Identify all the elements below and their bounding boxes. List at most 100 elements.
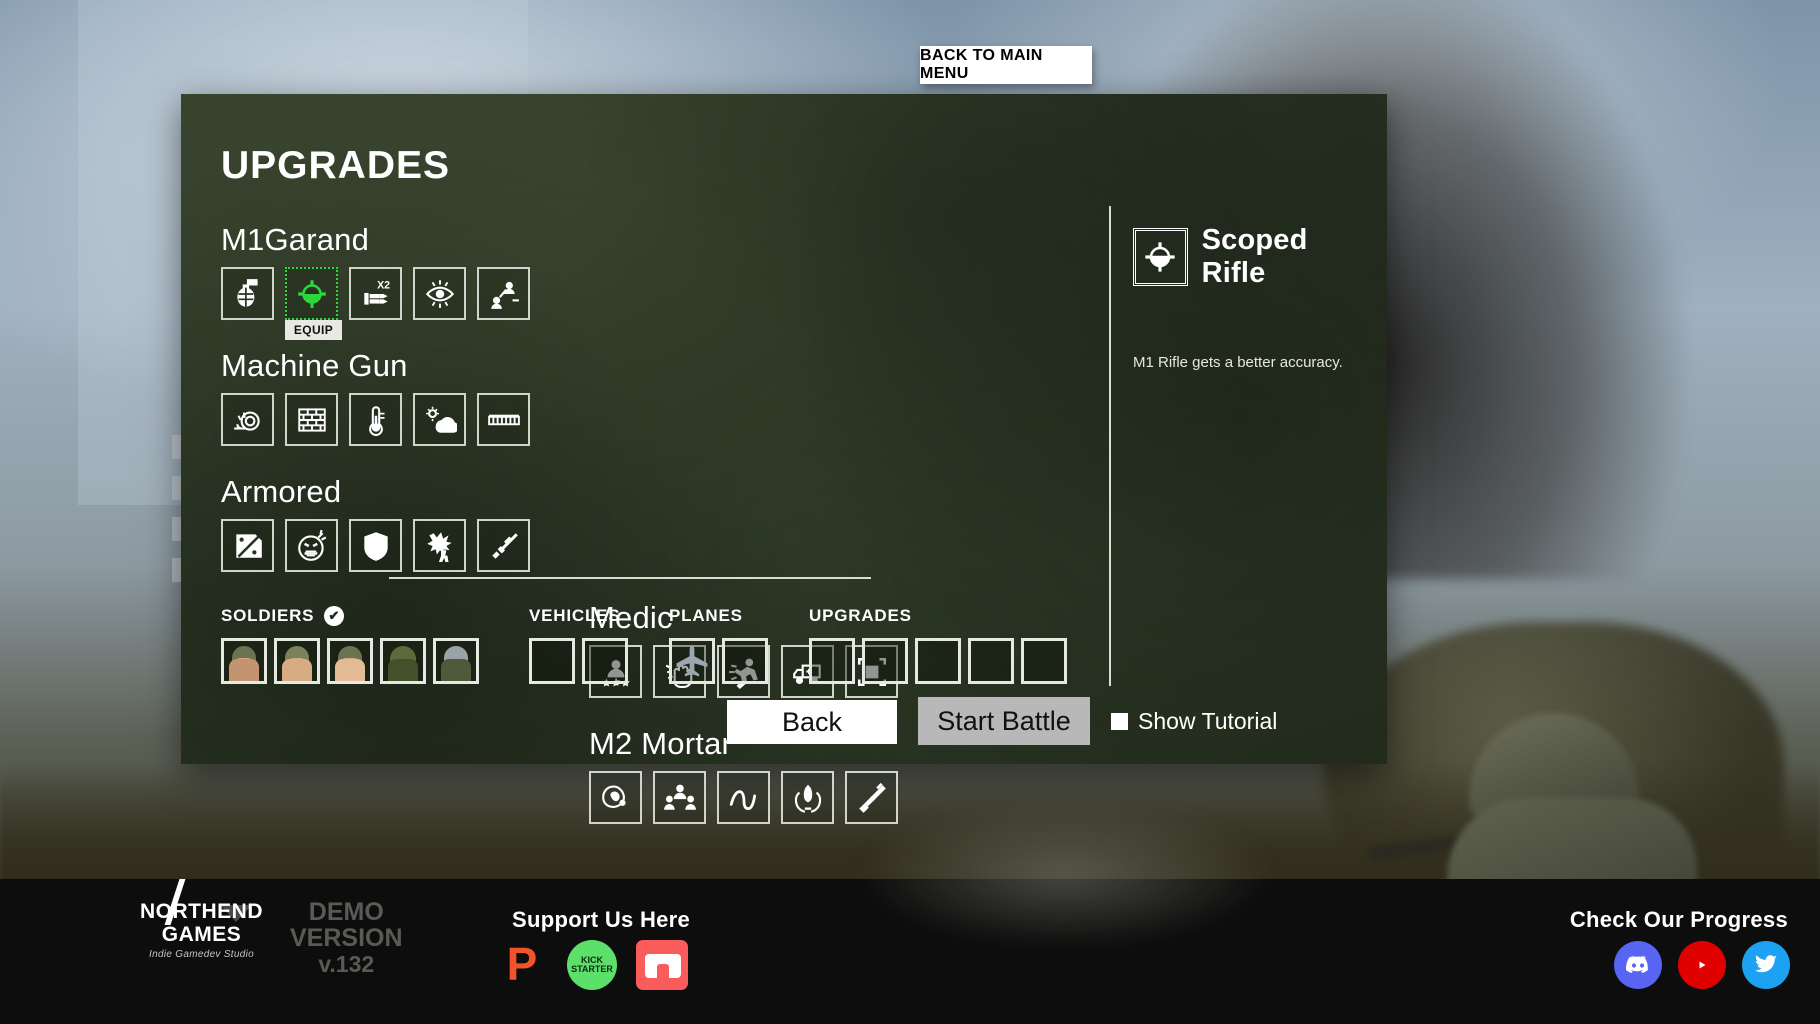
upgrade-slot-trajectory[interactable] (717, 771, 770, 824)
loadout-slot-vehicle-empty[interactable] (529, 638, 575, 684)
loadout-group-planes: PLANES (669, 606, 809, 684)
twitter-icon[interactable] (1742, 941, 1790, 989)
loadout-slot-soldier[interactable] (433, 638, 479, 684)
loadout-slot-plane-empty[interactable] (722, 638, 768, 684)
footer-bar: NORTHEND GAMES Indie Gamedev Studio DEMO… (0, 799, 1820, 1024)
upgrade-info-panel: Scoped Rifle M1 Rifle gets a better accu… (1133, 224, 1368, 374)
loadout-slot-soldier[interactable] (274, 638, 320, 684)
category-slot-row (221, 519, 561, 572)
loadout-bar: SOLDIERS ✔ VEHICLES PLANES UPGRADES (221, 606, 1067, 684)
equip-badge: EQUIP (285, 320, 342, 340)
demo-version-block: DEMO VERSION v.132 (290, 899, 403, 976)
category-slot-row: EQUIP X2 (221, 267, 561, 340)
show-tutorial-toggle[interactable]: Show Tutorial (1111, 708, 1277, 735)
upgrade-slot-scoped-rifle[interactable]: EQUIP (285, 267, 342, 340)
show-tutorial-label: Show Tutorial (1138, 708, 1278, 734)
studio-name-line2: GAMES (161, 923, 242, 946)
upgrade-info-header: Scoped Rifle (1133, 224, 1368, 290)
upgrades-column-left: M1Garand EQUIP X2 Machine Gun Armored (221, 222, 561, 572)
loadout-slot-upgrade-empty[interactable] (915, 638, 961, 684)
horizontal-divider (389, 577, 871, 579)
loadout-slot-upgrade-empty[interactable] (809, 638, 855, 684)
youtube-icon[interactable] (1678, 941, 1726, 989)
loadout-slot-row (221, 638, 529, 684)
tutorial-checkbox[interactable] (1111, 713, 1128, 730)
loadout-slot-upgrade-empty[interactable] (862, 638, 908, 684)
loadout-slot-vehicle-empty[interactable] (582, 638, 628, 684)
category-armored: Armored (221, 474, 561, 572)
loadout-slot-row (529, 638, 669, 684)
demo-version-number: v.132 (318, 950, 375, 977)
loadout-slot-row (669, 638, 809, 684)
loadout-slot-upgrade-empty[interactable] (968, 638, 1014, 684)
loadout-label-text: UPGRADES (809, 606, 912, 625)
upgrade-slot-blast-zone[interactable] (589, 771, 642, 824)
category-machine-gun: Machine Gun (221, 348, 561, 446)
loadout-group-soldiers: SOLDIERS ✔ (221, 606, 529, 684)
support-links: P KICK STARTER (496, 939, 688, 991)
upgrade-slot-ammo-belt[interactable] (477, 393, 530, 446)
start-battle-button[interactable]: Start Battle (918, 697, 1090, 745)
demo-line2: VERSION (290, 924, 403, 953)
upgrade-slot-double-ammo[interactable]: X2 (349, 267, 402, 320)
demo-line1: DEMO (308, 898, 384, 926)
loadout-slot-soldier[interactable] (380, 638, 426, 684)
discord-icon[interactable] (1614, 941, 1662, 989)
support-us-label: Support Us Here (512, 907, 691, 932)
upgrade-slot-crew-group[interactable] (653, 771, 706, 824)
upgrade-slot-brick-wall[interactable] (285, 393, 338, 446)
upgrade-slot-thermometer[interactable] (349, 393, 402, 446)
kickstarter-line2: STARTER (571, 964, 613, 974)
upgrade-slot-smg[interactable] (477, 519, 530, 572)
upgrade-slot-vision[interactable] (413, 267, 466, 320)
plane-icon (672, 641, 712, 681)
check-icon: ✔ (324, 606, 345, 626)
studio-logo: NORTHEND GAMES Indie Gamedev Studio (140, 879, 263, 960)
kickstarter-icon[interactable]: KICK STARTER (566, 939, 618, 991)
category-slot-row (589, 771, 929, 824)
upgrades-panel: UPGRADES M1Garand EQUIP X2 Machine Gun A… (181, 94, 1387, 824)
upgrade-slot-angry-bomb[interactable] (285, 519, 338, 572)
loadout-label: PLANES (669, 606, 809, 626)
loadout-group-vehicles: VEHICLES (529, 606, 669, 684)
back-button[interactable]: Back (727, 700, 897, 744)
upgrade-slot-weather[interactable] (413, 393, 466, 446)
upgrade-slot-soldier-hit[interactable] (413, 519, 466, 572)
loadout-group-upgrades: UPGRADES (809, 606, 1067, 684)
loadout-label: VEHICLES (529, 606, 669, 626)
upgrade-slot-squad-link[interactable] (477, 267, 530, 320)
upgrade-slot-snail[interactable] (221, 393, 274, 446)
upgrade-info-title: Scoped Rifle (1201, 224, 1308, 289)
category-title: Machine Gun (221, 348, 408, 383)
category-title: M1Garand (221, 222, 370, 257)
loadout-label-text: PLANES (669, 606, 743, 625)
loadout-slot-upgrade-empty[interactable] (1021, 638, 1067, 684)
studio-tagline: Indie Gamedev Studio (149, 949, 254, 960)
scope-crosshair-icon (1133, 228, 1188, 286)
category-slot-row (221, 393, 561, 446)
svg-text:X2: X2 (377, 279, 390, 291)
check-progress-label: Check Our Progress (1569, 907, 1788, 932)
category-title: Armored (221, 474, 342, 509)
loadout-label-text: VEHICLES (529, 606, 621, 625)
loadout-slot-plane[interactable] (669, 638, 715, 684)
loadout-slot-soldier[interactable] (221, 638, 267, 684)
upgrade-slot-shell-hands[interactable] (781, 771, 834, 824)
loadout-slot-soldier[interactable] (327, 638, 373, 684)
itchio-icon[interactable] (636, 939, 688, 991)
upgrade-slot-shield[interactable] (349, 519, 402, 572)
loadout-label-text: SOLDIERS (221, 606, 315, 625)
back-to-main-menu-button[interactable]: BACK TO MAIN MENU (920, 46, 1092, 84)
patreon-icon[interactable]: P (496, 939, 548, 991)
vertical-divider (1109, 206, 1111, 686)
upgrade-slot-armor-plate[interactable] (221, 519, 274, 572)
loadout-slot-row (809, 638, 1067, 684)
social-links (1614, 941, 1790, 989)
loadout-label: UPGRADES (809, 606, 1067, 626)
upgrade-slot-rifle[interactable] (845, 771, 898, 824)
upgrade-slot-grenade[interactable] (221, 267, 274, 320)
loadout-label: SOLDIERS ✔ (221, 606, 529, 626)
upgrade-info-description: M1 Rifle gets a better accuracy. (1133, 354, 1343, 371)
studio-name-line1: NORTHEND (140, 900, 263, 923)
category-m1garand: M1Garand EQUIP X2 (221, 222, 561, 340)
